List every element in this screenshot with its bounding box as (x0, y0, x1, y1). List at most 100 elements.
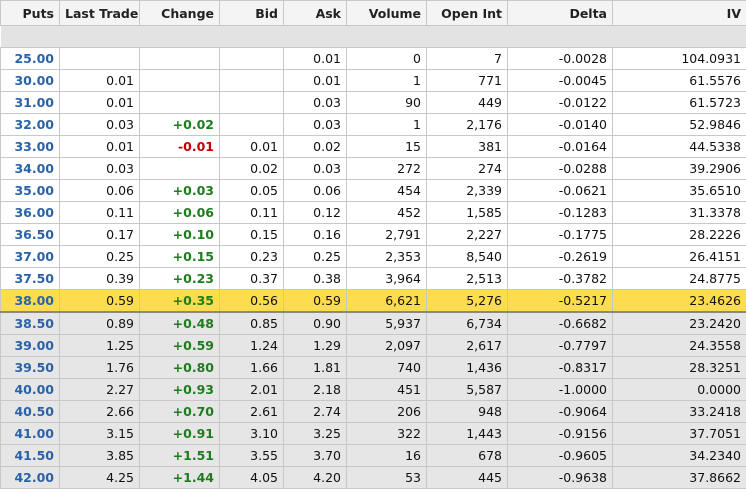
ask-cell: 0.01 (283, 69, 347, 92)
table-row[interactable]: 36.00 0.11 +0.06 0.11 0.12 452 1,585 -0.1283 31.… (0, 201, 746, 224)
volume-cell: 454 (346, 179, 427, 202)
table-row[interactable]: 31.00 0.01 0.03 90 449 -0.0122 61.5723 (0, 91, 746, 114)
open-int-cell: 1,585 (426, 201, 508, 224)
open-int-cell: 948 (426, 400, 508, 423)
strike-cell[interactable]: 37.50 (0, 267, 60, 290)
strike-cell[interactable]: 39.50 (0, 356, 60, 379)
open-int-cell: 449 (426, 91, 508, 114)
column-header-last-trade[interactable]: Last Trade (59, 0, 140, 26)
iv-cell: 0.0000 (612, 378, 746, 401)
last-trade-cell: 2.27 (59, 378, 140, 401)
bid-cell: 0.85 (219, 311, 284, 335)
iv-cell: 31.3378 (612, 201, 746, 224)
table-row[interactable]: 35.00 0.06 +0.03 0.05 0.06 454 2,339 -0.0621 35.… (0, 179, 746, 202)
volume-cell: 6,621 (346, 289, 427, 313)
table-row[interactable]: 39.00 1.25 +0.59 1.24 1.29 2,097 2,617 -0.7797 2… (0, 334, 746, 357)
strike-cell[interactable]: 36.00 (0, 201, 60, 224)
delta-cell: -1.0000 (507, 378, 613, 401)
table-row[interactable]: 36.50 0.17 +0.10 0.15 0.16 2,791 2,227 -0.1775 2… (0, 223, 746, 246)
ask-cell: 0.03 (283, 157, 347, 180)
column-header-open-int[interactable]: Open Int (426, 0, 508, 26)
strike-cell[interactable]: 25.00 (0, 47, 60, 70)
column-header-iv[interactable]: IV (612, 0, 746, 26)
open-int-cell: 8,540 (426, 245, 508, 268)
table-row[interactable]: 41.00 3.15 +0.91 3.10 3.25 322 1,443 -0.9156 37.… (0, 422, 746, 445)
iv-cell: 39.2906 (612, 157, 746, 180)
open-int-cell: 1,443 (426, 422, 508, 445)
table-row[interactable]: 39.50 1.76 +0.80 1.66 1.81 740 1,436 -0.8317 28.… (0, 356, 746, 379)
change-cell: +0.93 (139, 378, 220, 401)
volume-cell: 452 (346, 201, 427, 224)
strike-cell[interactable]: 30.00 (0, 69, 60, 92)
column-header-bid[interactable]: Bid (219, 0, 284, 26)
strike-cell[interactable]: 38.50 (0, 311, 60, 335)
change-cell: +0.59 (139, 334, 220, 357)
delta-cell: -0.9064 (507, 400, 613, 423)
table-row[interactable]: 37.50 0.39 +0.23 0.37 0.38 3,964 2,513 -0.3782 2… (0, 267, 746, 290)
column-header-delta[interactable]: Delta (507, 0, 613, 26)
column-header-change[interactable]: Change (139, 0, 220, 26)
column-header-ask[interactable]: Ask (283, 0, 347, 26)
strike-cell[interactable]: 38.00 (0, 289, 60, 313)
table-row[interactable]: 41.50 3.85 +1.51 3.55 3.70 16 678 -0.9605 34.234… (0, 444, 746, 467)
table-row[interactable]: 34.00 0.03 0.02 0.03 272 274 -0.0288 39.2906 (0, 157, 746, 180)
change-cell: +0.70 (139, 400, 220, 423)
volume-cell: 2,791 (346, 223, 427, 246)
table-row[interactable]: 40.00 2.27 +0.93 2.01 2.18 451 5,587 -1.0000 0.0… (0, 378, 746, 401)
strike-cell[interactable]: 39.00 (0, 334, 60, 357)
strike-cell[interactable]: 35.00 (0, 179, 60, 202)
table-row[interactable]: 25.00 0.01 0 7 -0.0028 104.0931 (0, 47, 746, 70)
last-trade-cell: 3.85 (59, 444, 140, 467)
delta-cell: -0.3782 (507, 267, 613, 290)
table-row[interactable]: 30.00 0.01 0.01 1 771 -0.0045 61.5576 (0, 69, 746, 92)
strike-cell[interactable]: 34.00 (0, 157, 60, 180)
table-row-at-the-money[interactable]: 38.00 0.59 +0.35 0.56 0.59 6,621 5,276 -0.5217 2… (0, 289, 746, 313)
volume-cell: 53 (346, 466, 427, 489)
column-header-volume[interactable]: Volume (346, 0, 427, 26)
iv-cell: 104.0931 (612, 47, 746, 70)
last-trade-cell: 0.59 (59, 289, 140, 313)
strike-cell[interactable]: 40.50 (0, 400, 60, 423)
table-row[interactable]: 38.50 0.89 +0.48 0.85 0.90 5,937 6,734 -0.6682 2… (0, 311, 746, 335)
ask-cell: 0.59 (283, 289, 347, 313)
table-row[interactable]: 37.00 0.25 +0.15 0.23 0.25 2,353 8,540 -0.2619 2… (0, 245, 746, 268)
open-int-cell: 678 (426, 444, 508, 467)
volume-cell: 1 (346, 69, 427, 92)
change-cell (139, 47, 220, 70)
strike-cell[interactable]: 33.00 (0, 135, 60, 158)
open-int-cell: 274 (426, 157, 508, 180)
iv-cell: 37.7051 (612, 422, 746, 445)
strike-cell[interactable]: 32.00 (0, 113, 60, 136)
bid-cell (219, 91, 284, 114)
iv-cell: 26.4151 (612, 245, 746, 268)
table-row[interactable]: 33.00 0.01 -0.01 0.01 0.02 15 381 -0.0164 44.533… (0, 135, 746, 158)
last-trade-cell: 0.89 (59, 311, 140, 335)
column-header-puts[interactable]: Puts (0, 0, 60, 26)
strike-cell[interactable]: 36.50 (0, 223, 60, 246)
bid-cell: 4.05 (219, 466, 284, 489)
ask-cell: 1.29 (283, 334, 347, 357)
open-int-cell: 381 (426, 135, 508, 158)
iv-cell: 24.3558 (612, 334, 746, 357)
delta-cell: -0.9638 (507, 466, 613, 489)
table-row[interactable]: 42.00 4.25 +1.44 4.05 4.20 53 445 -0.9638 37.866… (0, 466, 746, 489)
delta-cell: -0.9156 (507, 422, 613, 445)
bid-cell: 3.10 (219, 422, 284, 445)
strike-cell[interactable]: 41.50 (0, 444, 60, 467)
last-trade-cell (59, 47, 140, 70)
change-cell: +0.10 (139, 223, 220, 246)
volume-cell: 2,097 (346, 334, 427, 357)
strike-cell[interactable]: 37.00 (0, 245, 60, 268)
delta-cell: -0.2619 (507, 245, 613, 268)
strike-cell[interactable]: 31.00 (0, 91, 60, 114)
iv-cell: 61.5576 (612, 69, 746, 92)
open-int-cell: 2,617 (426, 334, 508, 357)
iv-cell: 24.8775 (612, 267, 746, 290)
table-row[interactable]: 32.00 0.03 +0.02 0.03 1 2,176 -0.0140 52.9846 (0, 113, 746, 136)
strike-cell[interactable]: 42.00 (0, 466, 60, 489)
strike-cell[interactable]: 41.00 (0, 422, 60, 445)
ask-cell: 0.06 (283, 179, 347, 202)
strike-cell[interactable]: 40.00 (0, 378, 60, 401)
delta-cell: -0.0288 (507, 157, 613, 180)
table-row[interactable]: 40.50 2.66 +0.70 2.61 2.74 206 948 -0.9064 33.24… (0, 400, 746, 423)
